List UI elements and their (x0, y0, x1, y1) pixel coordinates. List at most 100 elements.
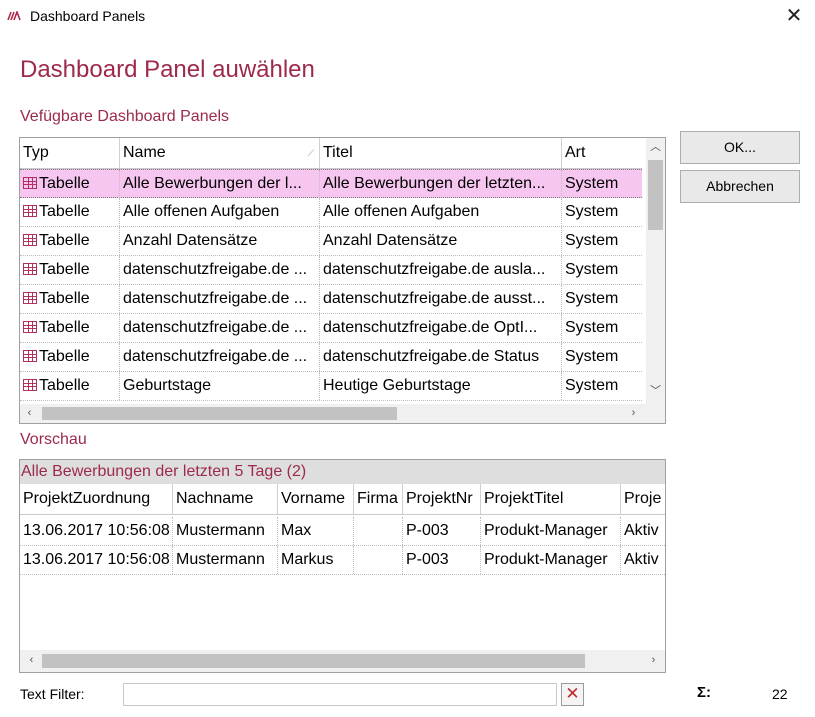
panels-table[interactable]: Typ Name ⟋ Titel Art Tabelle Alle Bewerb… (19, 137, 666, 424)
table-icon (23, 234, 37, 246)
cell-projektnr: P-003 (403, 517, 481, 545)
table-icon (23, 292, 37, 304)
cell-art: System (565, 348, 619, 365)
cell-firma (354, 517, 403, 545)
cell-projektstatus: Aktiv (624, 522, 659, 539)
cell-projektstatus: Aktiv (624, 551, 659, 568)
preview-label: Vorschau (20, 431, 87, 448)
clear-filter-icon[interactable]: ✕ (561, 683, 584, 706)
preview-horizontal-scroll-thumb[interactable] (42, 654, 585, 668)
sum-label: Σ: (697, 684, 711, 701)
cell-name: Alle Bewerbungen der l... (120, 170, 320, 198)
table-row[interactable]: Tabelle Alle offenen Aufgaben Alle offen… (20, 198, 642, 227)
preview-table[interactable]: Alle Bewerbungen der letzten 5 Tage (2) … (19, 459, 666, 673)
column-header-nachname[interactable]: Nachname (173, 484, 278, 514)
column-header-name[interactable]: Name ⟋ (120, 138, 320, 168)
column-header-projekttitel[interactable]: ProjektTitel (481, 484, 621, 514)
cell-typ: Tabelle (20, 227, 120, 255)
cell-typ-label: Tabelle (39, 232, 90, 249)
app-logo-icon (7, 11, 21, 21)
cell-projektzuordnung: 13.06.2017 10:56:08 (20, 546, 173, 574)
table-row[interactable]: Tabelle Alle Bewerbungen der l... Alle B… (20, 169, 642, 198)
text-filter-input[interactable] (123, 683, 557, 706)
table-row[interactable]: Tabelle datenschutzfreigabe.de ... daten… (20, 256, 642, 285)
scroll-left-icon[interactable]: ‹ (22, 651, 41, 670)
cell-typ: Tabelle (20, 314, 120, 342)
cell-vorname: Max (278, 517, 354, 545)
table-icon (23, 177, 37, 189)
column-header-art[interactable]: Art (562, 138, 642, 168)
vertical-scroll-thumb[interactable] (648, 160, 663, 230)
cell-name: Anzahl Datensätze (120, 227, 320, 255)
cell-name: datenschutzfreigabe.de ... (120, 314, 320, 342)
table-row[interactable]: Tabelle datenschutzfreigabe.de ... daten… (20, 285, 642, 314)
window-title: Dashboard Panels (30, 8, 146, 24)
cell-vorname: Markus (278, 546, 354, 574)
column-header-projektstatus[interactable]: Proje (621, 484, 665, 514)
panels-table-header: Typ Name ⟋ Titel Art (20, 138, 642, 169)
vertical-scrollbar[interactable]: ︿ ﹀ (646, 138, 665, 404)
column-header-projektzuordnung[interactable]: ProjektZuordnung (20, 484, 173, 514)
preview-table-header: ProjektZuordnung Nachname Vorname Firma … (20, 484, 665, 515)
close-icon[interactable]: ✕ (782, 4, 806, 28)
cell-typ: Tabelle (20, 170, 120, 198)
cell-name: Alle offenen Aufgaben (120, 198, 320, 226)
cell-typ-label: Tabelle (39, 377, 90, 394)
scroll-right-icon[interactable]: › (644, 651, 663, 670)
table-row[interactable]: Tabelle datenschutzfreigabe.de ... daten… (20, 314, 642, 343)
cell-nachname: Mustermann (173, 546, 278, 574)
column-header-typ[interactable]: Typ (20, 138, 120, 168)
scroll-down-icon[interactable]: ﹀ (646, 382, 665, 401)
page-title: Dashboard Panel auwählen (20, 56, 315, 83)
cell-titel: datenschutzfreigabe.de ausst... (320, 285, 562, 313)
title-bar: Dashboard Panels ✕ (0, 0, 815, 32)
cell-typ-label: Tabelle (39, 175, 90, 192)
table-icon (23, 379, 37, 391)
scroll-right-icon[interactable]: › (624, 404, 643, 423)
cell-titel: Alle offenen Aufgaben (320, 198, 562, 226)
table-icon (23, 321, 37, 333)
cell-typ: Tabelle (20, 343, 120, 371)
cell-art: System (565, 203, 619, 220)
cell-art: System (565, 319, 619, 336)
cell-typ-label: Tabelle (39, 319, 90, 336)
record-count: 22 (772, 686, 788, 702)
cell-art: System (565, 377, 619, 394)
table-row[interactable]: 13.06.2017 10:56:08 Mustermann Markus P-… (20, 546, 665, 575)
cancel-button[interactable]: Abbrechen (680, 170, 800, 203)
cell-art: System (565, 290, 619, 307)
table-row[interactable]: Tabelle datenschutzfreigabe.de ... daten… (20, 343, 642, 372)
cell-name: Geburtstage (120, 372, 320, 400)
cell-typ: Tabelle (20, 372, 120, 400)
cell-titel: Anzahl Datensätze (320, 227, 562, 255)
table-icon (23, 205, 37, 217)
cell-titel: datenschutzfreigabe.de OptI... (320, 314, 562, 342)
cell-typ-label: Tabelle (39, 348, 90, 365)
cell-name: datenschutzfreigabe.de ... (120, 285, 320, 313)
scroll-left-icon[interactable]: ‹ (20, 404, 39, 423)
horizontal-scroll-thumb[interactable] (42, 407, 397, 420)
cell-art: System (565, 175, 619, 192)
cell-typ: Tabelle (20, 285, 120, 313)
table-row[interactable]: 13.06.2017 10:56:08 Mustermann Max P-003… (20, 517, 665, 546)
cell-projekttitel: Produkt-Manager (481, 546, 621, 574)
column-header-vorname[interactable]: Vorname (278, 484, 354, 514)
preview-horizontal-scrollbar[interactable]: ‹ › (20, 650, 665, 672)
scroll-up-icon[interactable]: ︿ (646, 138, 665, 157)
cell-titel: Heutige Geburtstage (320, 372, 562, 400)
table-row[interactable]: Tabelle Anzahl Datensätze Anzahl Datensä… (20, 227, 642, 256)
column-header-projektnr[interactable]: ProjektNr (403, 484, 481, 514)
cell-titel: datenschutzfreigabe.de Status (320, 343, 562, 371)
table-row[interactable]: Tabelle Geburtstage Heutige Geburtstage … (20, 372, 642, 401)
cell-firma (354, 546, 403, 574)
cell-name: datenschutzfreigabe.de ... (120, 343, 320, 371)
horizontal-scrollbar[interactable]: ‹ › (20, 404, 646, 423)
cell-titel: Alle Bewerbungen der letzten... (320, 170, 562, 198)
sort-indicator-icon: ⟋ (307, 148, 314, 158)
column-header-titel[interactable]: Titel (320, 138, 562, 168)
cell-typ-label: Tabelle (39, 290, 90, 307)
ok-button[interactable]: OK... (680, 131, 800, 164)
column-header-firma[interactable]: Firma (354, 484, 403, 514)
cell-typ-label: Tabelle (39, 261, 90, 278)
table-icon (23, 350, 37, 362)
